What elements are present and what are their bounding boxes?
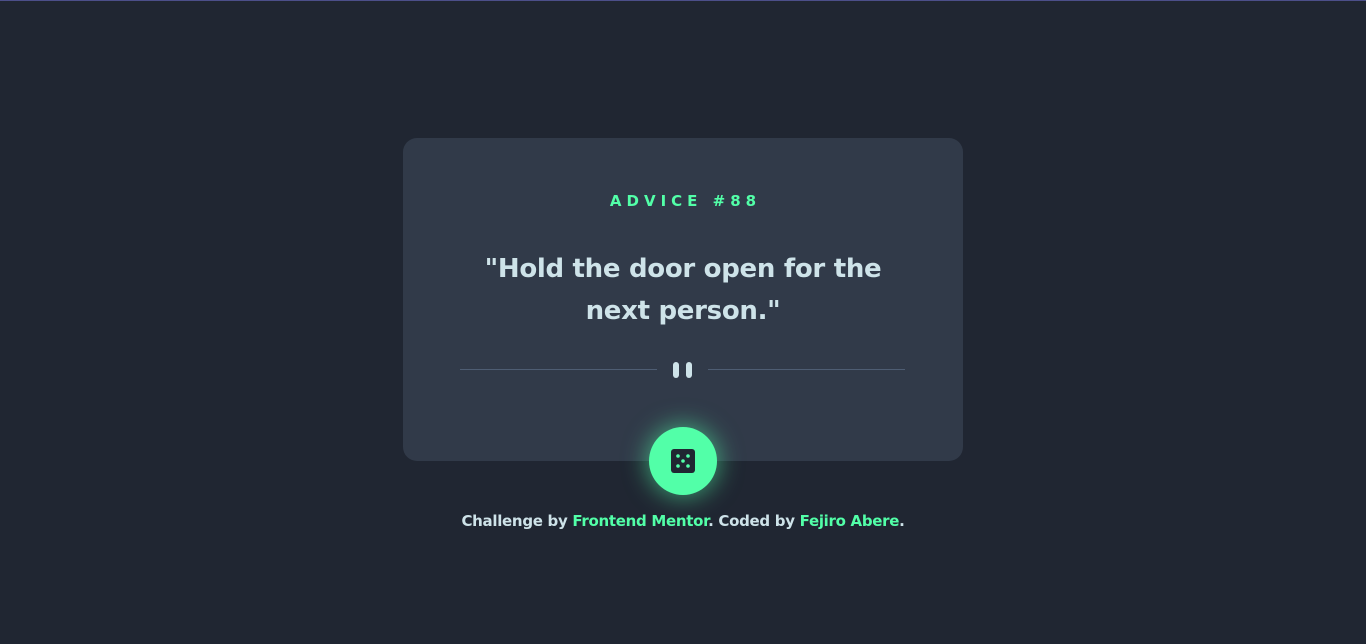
new-advice-button[interactable] [649, 427, 717, 495]
frontend-mentor-link[interactable]: Frontend Mentor [572, 512, 708, 530]
author-link[interactable]: Fejiro Abere [800, 512, 900, 530]
attribution: Challenge by Frontend Mentor. Coded by F… [0, 511, 1366, 531]
divider-line-left [460, 369, 657, 370]
attribution-prefix: Challenge by [461, 512, 573, 530]
divider-line-right [708, 369, 905, 370]
attribution-suffix: . [899, 512, 905, 530]
pause-icon [672, 362, 694, 378]
advice-card: ADVICE #88 "Hold the door open for the n… [403, 138, 963, 461]
advice-number: ADVICE #88 [609, 192, 762, 210]
advice-quote: "Hold the door open for the next person.… [484, 254, 882, 326]
attribution-middle: . Coded by [708, 512, 800, 530]
dice-icon [671, 449, 695, 473]
divider [460, 360, 905, 380]
